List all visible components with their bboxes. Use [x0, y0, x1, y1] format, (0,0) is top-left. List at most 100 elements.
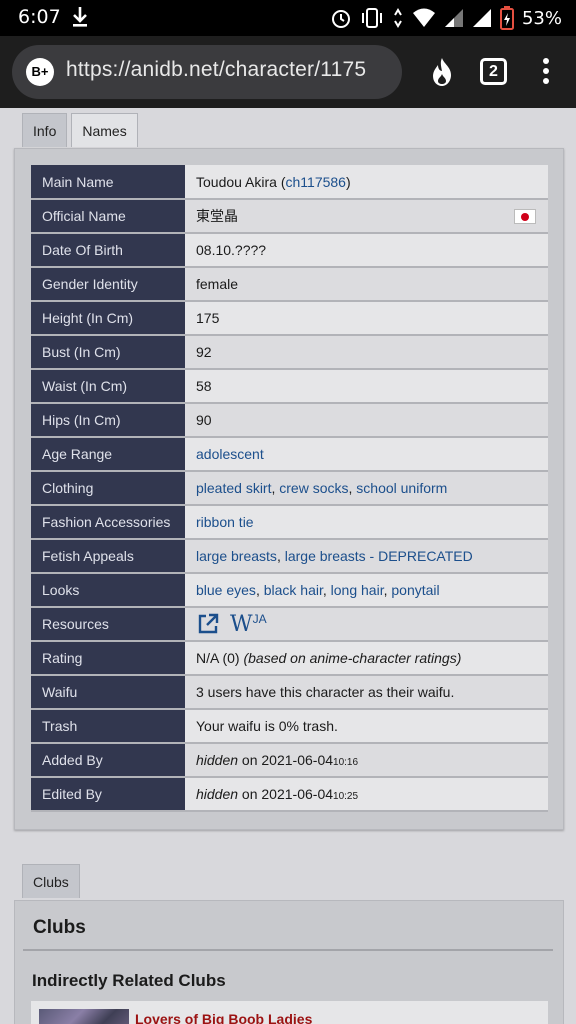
resources-value: WJA [185, 607, 548, 642]
row-label: Main Name [31, 165, 185, 200]
tag-link[interactable]: crew socks [279, 480, 348, 496]
row-label: Rating [31, 641, 185, 676]
table-row: Fetish Appeals large breasts, large brea… [31, 539, 548, 574]
main-name-value: Toudou Akira (ch117586) [185, 165, 548, 200]
row-label: Fashion Accessories [31, 505, 185, 540]
table-row: Fashion Accessories ribbon tie [31, 505, 548, 540]
table-row: Age Range adolescent [31, 437, 548, 472]
tag-link[interactable]: school uniform [356, 480, 447, 496]
address-bar[interactable]: B+ https://anidb.net/character/1175 [12, 45, 402, 99]
table-row: Official Name 東堂晶 [31, 199, 548, 234]
alarm-icon [331, 10, 350, 28]
list-item[interactable]: Lovers of Big Boob Ladies [31, 1001, 548, 1024]
table-row: Rating N/A (0) (based on anime-character… [31, 641, 548, 676]
fetish-value: large breasts, large breasts - DEPRECATE… [185, 539, 548, 574]
tag-link[interactable]: blue eyes [196, 582, 256, 598]
fashion-value: ribbon tie [185, 505, 548, 540]
url-text[interactable]: https://anidb.net/character/1175 [66, 58, 366, 82]
edited-by-value: hidden on 2021-06-0410:25 [185, 777, 548, 812]
row-label: Waist (In Cm) [31, 369, 185, 404]
wifi-icon [412, 8, 435, 27]
tag-link[interactable]: black hair [264, 582, 323, 598]
table-row: Resources WJA [31, 607, 548, 642]
bust-value: 92 [185, 335, 548, 370]
clubs-panel: Clubs Indirectly Related Clubs Lovers of… [14, 900, 564, 1024]
download-icon [73, 7, 87, 27]
divider [23, 949, 553, 951]
status-time: 6:07 [18, 6, 61, 28]
table-row: Bust (In Cm) 92 [31, 335, 548, 370]
table-row: Date Of Birth 08.10.???? [31, 233, 548, 268]
signal-icon [472, 9, 491, 27]
character-id-link[interactable]: ch117586 [286, 174, 346, 190]
indirect-clubs-heading: Indirectly Related Clubs [32, 971, 226, 990]
row-label: Fetish Appeals [31, 539, 185, 574]
row-label: Edited By [31, 777, 185, 812]
row-label: Added By [31, 743, 185, 778]
table-row: Edited By hidden on 2021-06-0410:25 [31, 777, 548, 812]
table-row: Height (In Cm) 175 [31, 301, 548, 336]
tab-info[interactable]: Info [22, 113, 68, 147]
row-label: Clothing [31, 471, 185, 506]
secure-badge-icon[interactable]: B+ [26, 58, 54, 86]
external-link-icon[interactable] [196, 612, 220, 636]
row-label: Bust (In Cm) [31, 335, 185, 370]
table-row: Clothing pleated skirt, crew socks, scho… [31, 471, 548, 506]
row-label: Date Of Birth [31, 233, 185, 268]
tab-names[interactable]: Names [71, 113, 138, 147]
table-row: Looks blue eyes, black hair, long hair, … [31, 573, 548, 608]
data-arrows-icon [394, 8, 402, 28]
row-label: Waifu [31, 675, 185, 710]
tag-link[interactable]: ponytail [391, 582, 439, 598]
trash-value: Your waifu is 0% trash. [185, 709, 548, 744]
rating-value: N/A (0) (based on anime-character rating… [185, 641, 548, 676]
age-value: adolescent [185, 437, 548, 472]
table-row: Trash Your waifu is 0% trash. [31, 709, 548, 744]
hips-value: 90 [185, 403, 548, 438]
waifu-value: 3 users have this character as their wai… [185, 675, 548, 710]
tag-link[interactable]: large breasts - DEPRECATED [285, 548, 473, 564]
table-row: Main Name Toudou Akira (ch117586) [31, 165, 548, 200]
table-row: Waifu 3 users have this character as the… [31, 675, 548, 710]
tag-link[interactable]: ribbon tie [196, 514, 254, 530]
tab-clubs[interactable]: Clubs [22, 864, 80, 898]
clubs-heading: Clubs [33, 917, 86, 938]
tag-link[interactable]: pleated skirt [196, 480, 271, 496]
japan-flag-icon [514, 209, 536, 224]
gender-value: female [185, 267, 548, 302]
row-label: Looks [31, 573, 185, 608]
status-bar: 6:07 53% [0, 0, 576, 36]
tag-link[interactable]: adolescent [196, 446, 264, 462]
row-label: Official Name [31, 199, 185, 234]
table-row: Added By hidden on 2021-06-0410:16 [31, 743, 548, 778]
battery-icon [499, 6, 514, 30]
tag-link[interactable]: long hair [331, 582, 384, 598]
row-label: Resources [31, 607, 185, 642]
added-by-value: hidden on 2021-06-0410:16 [185, 743, 548, 778]
fire-icon[interactable] [426, 56, 458, 88]
table-row: Gender Identity female [31, 267, 548, 302]
looks-value: blue eyes, black hair, long hair, ponyta… [185, 573, 548, 608]
signal-weak-icon [444, 9, 463, 27]
row-label: Trash [31, 709, 185, 744]
wikipedia-ja-link[interactable]: WJA [230, 612, 267, 637]
info-panel: Main Name Toudou Akira (ch117586) Offici… [14, 148, 564, 830]
overflow-menu-icon[interactable] [536, 58, 556, 88]
table-row: Waist (In Cm) 58 [31, 369, 548, 404]
waist-value: 58 [185, 369, 548, 404]
battery-percent: 53% [521, 7, 562, 29]
club-link[interactable]: Lovers of Big Boob Ladies [135, 1011, 312, 1024]
info-table: Main Name Toudou Akira (ch117586) Offici… [31, 165, 548, 812]
clubs-tabs: Clubs [22, 864, 80, 898]
official-name-value: 東堂晶 [185, 199, 548, 234]
vibrate-icon [361, 8, 382, 28]
clothing-value: pleated skirt, crew socks, school unifor… [185, 471, 548, 506]
table-row: Hips (In Cm) 90 [31, 403, 548, 438]
tab-switcher-button[interactable]: 2 [480, 58, 507, 85]
browser-toolbar: B+ https://anidb.net/character/1175 2 [0, 36, 576, 108]
status-icons: 53% [330, 5, 562, 31]
club-thumbnail[interactable] [39, 1009, 129, 1024]
height-value: 175 [185, 301, 548, 336]
character-tabs: Info Names [22, 113, 138, 147]
tag-link[interactable]: large breasts [196, 548, 277, 564]
